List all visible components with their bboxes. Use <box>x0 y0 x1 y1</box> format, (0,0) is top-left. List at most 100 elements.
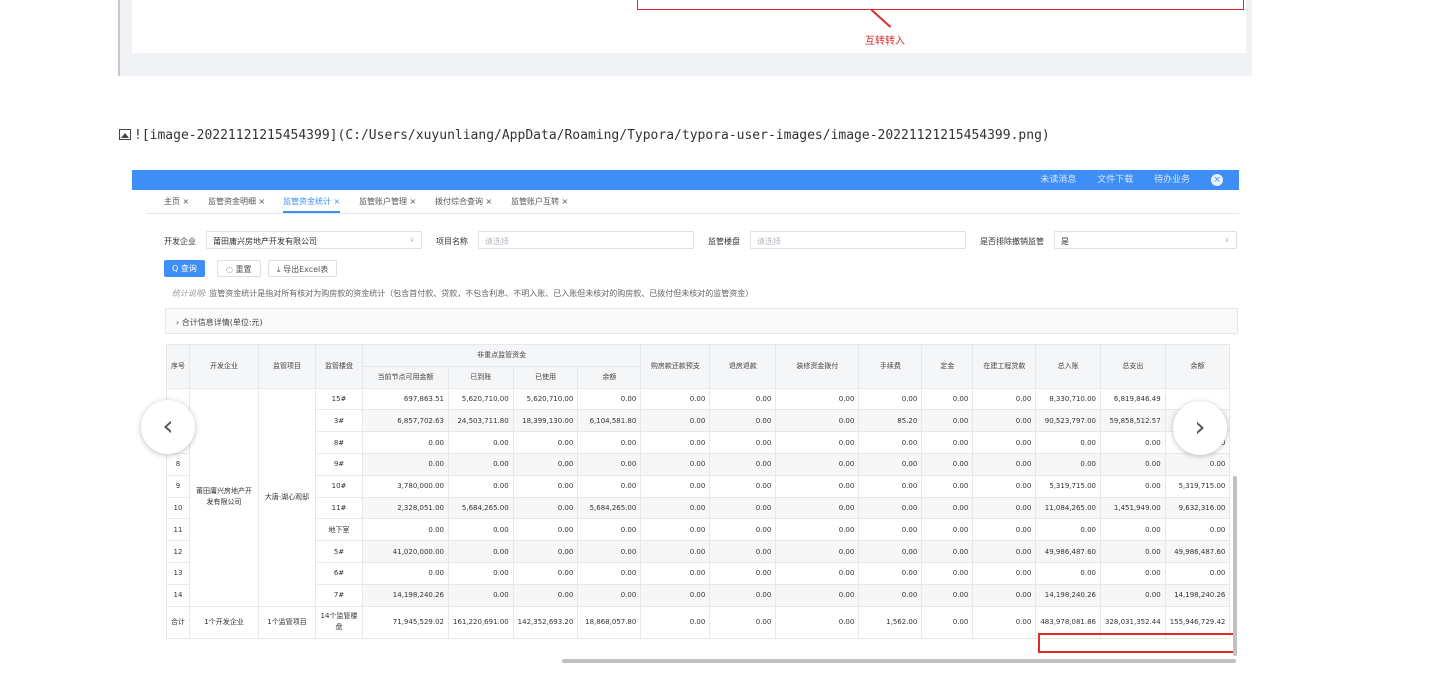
building-placeholder: 请选择 <box>757 237 781 246</box>
header-used: 已使用 <box>512 365 579 389</box>
value-cell: 11,084,265.00 <box>1035 496 1102 520</box>
value-cell: 0.00 <box>1035 452 1102 476</box>
markdown-image-source[interactable]: ![image-20221121215454399](C:/Users/xuyu… <box>134 128 1050 143</box>
total-value-cell: 0.00 <box>921 605 974 639</box>
value-cell: 0.00 <box>972 496 1037 520</box>
table-row: 78#0.000.000.000.000.000.000.000.000.000… <box>166 431 1231 454</box>
value-cell: 2,328,051.00 <box>362 496 449 520</box>
tab-fund-statistics[interactable]: 监管资金统计 × <box>283 196 341 213</box>
header-total-in: 总入账 <box>1035 344 1102 389</box>
exclude-value: 是 <box>1061 237 1069 246</box>
tab-account-transfer[interactable]: 监管账户互转 × <box>511 196 568 213</box>
summary-toggle[interactable]: › 合计信息详情(单位:元) <box>165 308 1238 334</box>
value-cell: 59,858,512.57 <box>1100 409 1166 433</box>
project-placeholder: 请选择 <box>485 237 509 246</box>
tab-account-management[interactable]: 监管账户管理 × <box>359 196 416 213</box>
topbar-item-messages[interactable]: 未读消息 <box>1040 175 1076 185</box>
value-cell: 0.00 <box>448 431 514 454</box>
annotation-pointer <box>870 9 892 28</box>
value-cell: 0.00 <box>709 387 777 411</box>
table-row: 13 6# 0.00 0.00 0.00 0.00 0.00 0.00 0.00 0.00 0.00… <box>166 561 1231 585</box>
building-select[interactable]: 请选择 <box>750 231 966 249</box>
exclude-select[interactable]: 是 ∨ <box>1054 231 1237 249</box>
value-cell: 8,330,710.00 <box>1035 387 1102 411</box>
value-cell: 0.00 <box>972 409 1037 433</box>
annotation-box <box>637 0 1244 10</box>
value-cell: 0.00 <box>448 452 514 476</box>
previous-image-button[interactable]: ‹ <box>141 400 195 454</box>
header-construction-loan: 在建工程贷款 <box>972 344 1037 389</box>
topbar-item-downloads[interactable]: 文件下载 <box>1097 175 1133 185</box>
value-cell: 0.00 <box>640 409 711 433</box>
value-cell: 0.00 <box>448 583 514 607</box>
building-cell: 6# <box>315 561 363 585</box>
value-cell: 0.00 <box>577 583 642 607</box>
value-cell: 41,020,000.00 <box>362 540 449 563</box>
building-cell: 15# <box>315 387 363 411</box>
note-prefix: 统计说明: <box>172 289 207 298</box>
project-select[interactable]: 请选择 <box>478 231 694 249</box>
value-cell: 90,523,797.00 <box>1035 409 1102 433</box>
value-cell: 0.00 <box>921 409 974 433</box>
value-cell: 5,684,265.00 <box>577 496 642 520</box>
value-cell: 0.00 <box>972 540 1037 563</box>
value-cell: 0.00 <box>775 409 860 433</box>
close-icon[interactable]: × <box>1211 174 1223 186</box>
tab-fund-detail[interactable]: 监管资金明细 × <box>208 196 265 213</box>
value-cell: 0.00 <box>709 583 777 607</box>
export-excel-button[interactable]: ⤓ 导出Excel表 <box>268 260 338 277</box>
app-topbar: 未读消息 文件下载 待办业务 × <box>132 170 1239 190</box>
annotation-caption: 互转转入 <box>865 36 905 47</box>
value-cell: 0.00 <box>775 431 860 454</box>
header-developer: 开发企业 <box>189 344 259 389</box>
value-cell: 85.20 <box>858 409 923 433</box>
value-cell: 0.00 <box>858 474 923 498</box>
building-cell: 11# <box>315 496 363 520</box>
value-cell: 0.00 <box>577 540 642 563</box>
broken-image-icon <box>119 129 131 140</box>
value-cell: 0.00 <box>448 518 514 542</box>
value-cell: 0.00 <box>1100 431 1166 454</box>
value-cell: 0.00 <box>972 431 1037 454</box>
value-cell: 0.00 <box>577 431 642 454</box>
value-cell: 14,198,240.26 <box>1164 583 1231 607</box>
total-value-cell: 0.00 <box>972 605 1037 639</box>
total-developer: 1个开发企业 <box>189 605 259 639</box>
value-cell: 0.00 <box>709 518 777 542</box>
query-button[interactable]: Q 查询 <box>164 260 205 277</box>
value-cell: 0.00 <box>858 452 923 476</box>
topbar-item-todo[interactable]: 待办业务 <box>1154 175 1190 185</box>
value-cell: 0.00 <box>640 583 711 607</box>
table-row: 莆田庸兴房地产开发有限公司 大唐·湖心观邸 15# 697,863.51 5,620,7… <box>166 387 1231 607</box>
value-cell: 0.00 <box>512 496 579 520</box>
tab-disbursement-query[interactable]: 拨付综合查询 × <box>435 196 492 213</box>
reset-button[interactable]: ◌ 重置 <box>217 260 261 277</box>
project-label: 项目名称 <box>436 237 468 246</box>
markdown-image-line[interactable]: ![image-20221121215454399](C:/Users/xuyu… <box>119 128 1050 143</box>
statistics-note: 统计说明: 监管资金统计是指对所有核对为购房款的资金统计（包含首付款、贷款，不包… <box>172 288 753 299</box>
value-cell: 0.00 <box>362 431 449 454</box>
value-cell: 5,319,715.00 <box>1035 474 1102 498</box>
value-cell: 0.00 <box>512 518 579 542</box>
total-value-cell: 0.00 <box>709 605 777 639</box>
value-cell: 0.00 <box>577 518 642 542</box>
row-number: 11 <box>166 518 190 542</box>
table-row: 8 9# 0.00 0.00 0.00 0.00 0.00 0.00 0.00 0.00 0.00 0… <box>166 452 1231 476</box>
vertical-scrollbar[interactable] <box>1233 476 1237 656</box>
next-image-button[interactable]: › <box>1173 401 1227 455</box>
value-cell: 0.00 <box>640 387 711 411</box>
previous-screenshot: 互转转入 <box>118 0 1252 76</box>
value-cell: 0.00 <box>1035 518 1102 542</box>
horizontal-scrollbar[interactable] <box>562 659 1236 663</box>
topbar-right-menu: 未读消息 文件下载 待办业务 × <box>1022 172 1223 186</box>
header-balance: 余额 <box>577 365 642 389</box>
value-cell: 0.00 <box>640 518 711 542</box>
statistics-table: 序号 开发企业 监管项目 监管楼盘 非重点监管资金 购房款还款预支 退房退款 装… <box>166 344 1231 639</box>
header-total-out: 总支出 <box>1100 344 1166 389</box>
developer-select[interactable]: 莆田庸兴房地产开发有限公司 ∨ <box>206 231 422 249</box>
value-cell: 0.00 <box>709 431 777 454</box>
total-project: 1个监管项目 <box>258 605 316 639</box>
row-number: 9 <box>166 474 190 498</box>
tab-home[interactable]: 主页 × <box>164 196 189 213</box>
value-cell: 0.00 <box>921 387 974 411</box>
